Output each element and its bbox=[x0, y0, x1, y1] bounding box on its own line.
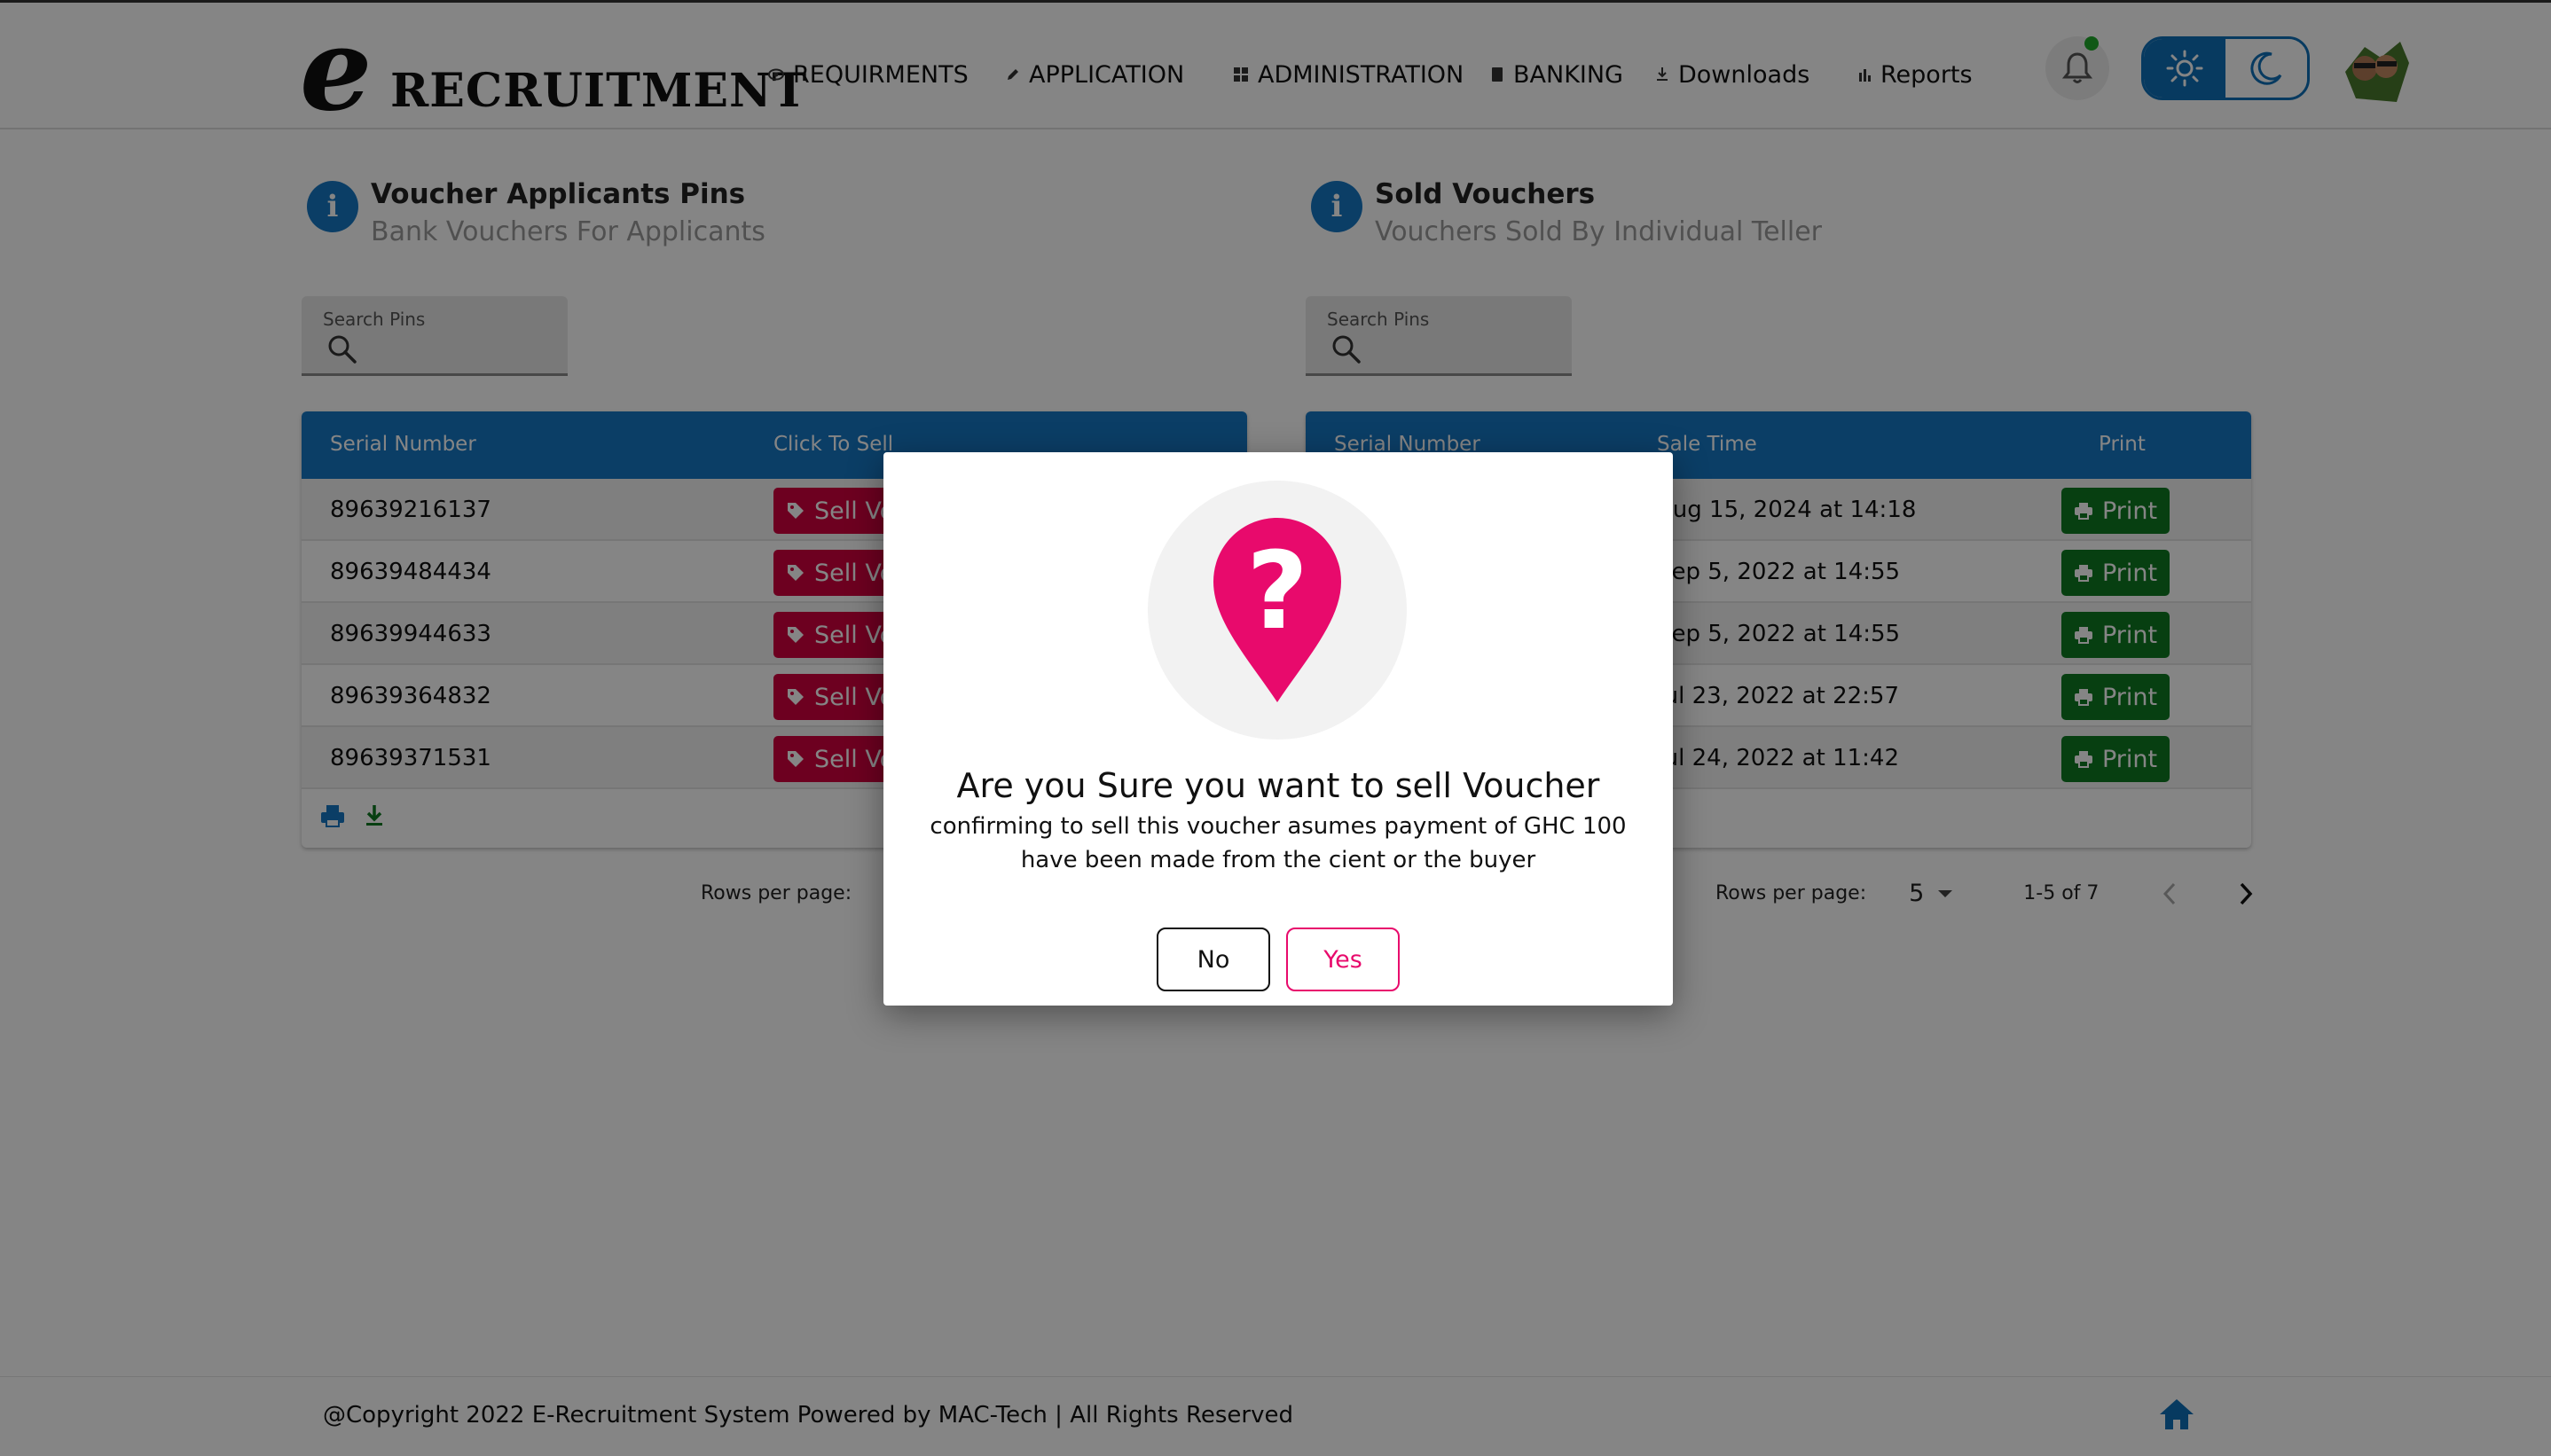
no-button[interactable]: No bbox=[1157, 928, 1270, 991]
yes-button[interactable]: Yes bbox=[1286, 928, 1400, 991]
confirm-sell-dialog: ? Are you Sure you want to sell Voucher … bbox=[883, 452, 1673, 1006]
dialog-title: Are you Sure you want to sell Voucher bbox=[956, 766, 1600, 805]
question-icon-circle: ? bbox=[1148, 481, 1407, 740]
question-pin-icon: ? bbox=[1213, 518, 1341, 702]
svg-text:?: ? bbox=[1246, 530, 1308, 654]
dialog-message: confirming to sell this voucher asumes p… bbox=[930, 813, 1627, 873]
